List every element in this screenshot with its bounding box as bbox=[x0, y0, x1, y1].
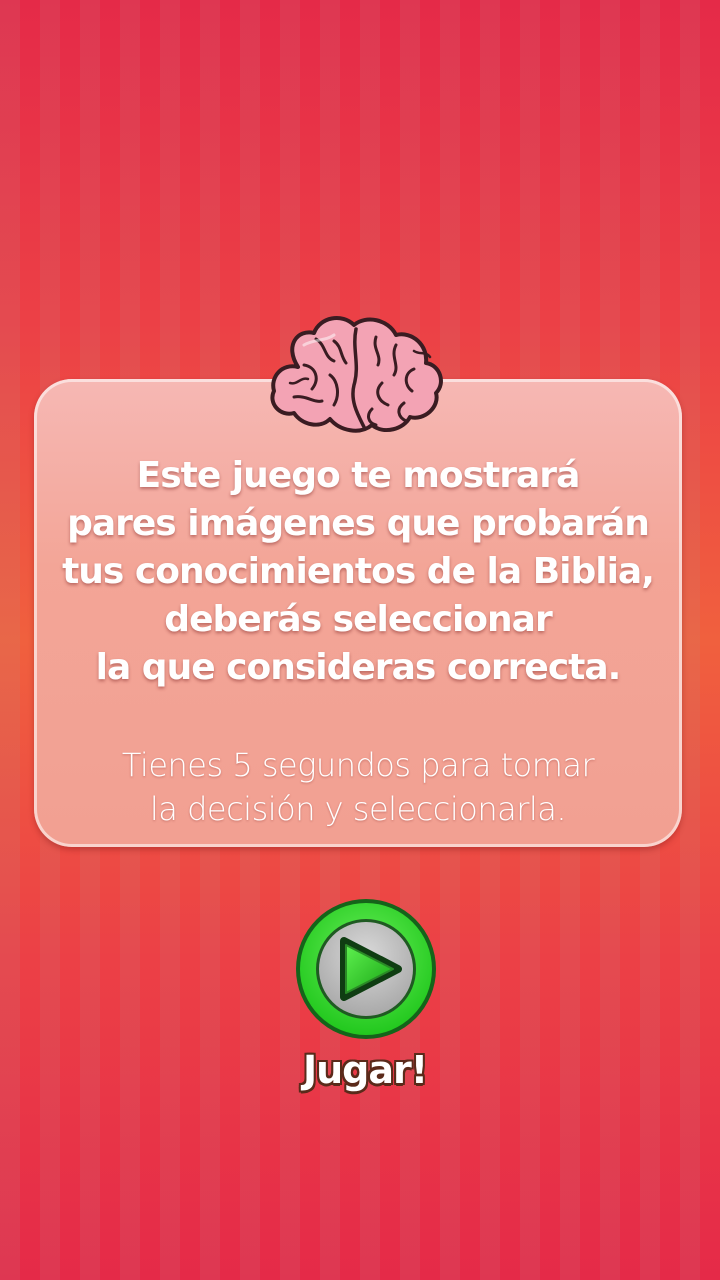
instructions-line: Este juego te mostrará bbox=[136, 455, 581, 496]
timer-line: la decisión y seleccionarla. bbox=[149, 790, 567, 828]
instructions-line: pares imágenes que probarán bbox=[67, 503, 650, 544]
instructions-line: deberás seleccionar bbox=[164, 599, 552, 640]
timer-line: Tienes 5 segundos para tomar bbox=[121, 746, 595, 784]
play-label[interactable]: Jugar! bbox=[260, 1048, 470, 1092]
brain-icon bbox=[270, 316, 443, 433]
play-button[interactable] bbox=[294, 897, 438, 1041]
instructions-line: la que consideras correcta. bbox=[95, 647, 622, 688]
timer-instructions: Tienes 5 segundos para tomar la decisión… bbox=[40, 743, 676, 831]
instructions-text: Este juego te mostrará pares imágenes qu… bbox=[40, 452, 676, 692]
instructions-line: tus conocimientos de la Biblia, bbox=[62, 551, 655, 592]
